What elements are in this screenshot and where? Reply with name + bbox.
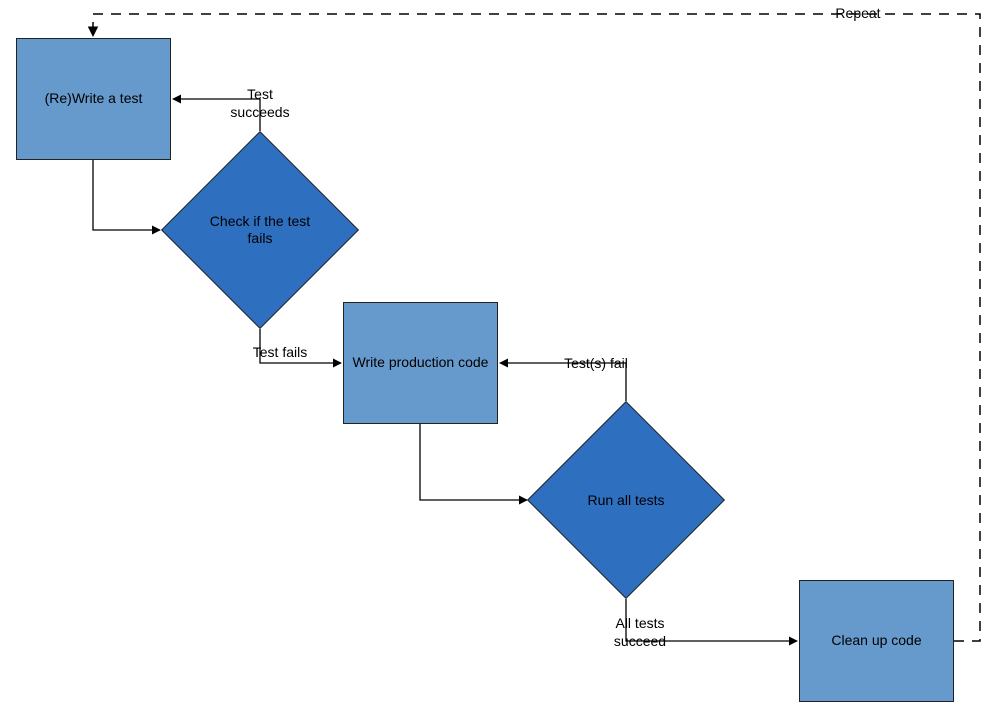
node-run-all-tests: Run all tests bbox=[556, 430, 696, 570]
node-run-all-tests-label: Run all tests bbox=[556, 430, 696, 570]
node-write-production-code: Write production code bbox=[343, 302, 498, 424]
node-rewrite-test: (Re)Write a test bbox=[16, 38, 171, 160]
edge-label-tests-fail: Test(s) fail bbox=[546, 355, 646, 373]
node-clean-up-code: Clean up code bbox=[799, 580, 954, 702]
edge-label-all-tests-succeed: All tests succeed bbox=[600, 615, 680, 650]
edge-rewrite-to-check bbox=[93, 160, 160, 230]
edge-label-test-succeeds: Test succeeds bbox=[220, 86, 300, 121]
edge-label-test-fails: Test fails bbox=[250, 344, 310, 362]
node-clean-up-code-label: Clean up code bbox=[831, 632, 921, 650]
node-rewrite-test-label: (Re)Write a test bbox=[45, 90, 143, 108]
node-check-fails: Check if the test fails bbox=[190, 160, 330, 300]
node-check-fails-label: Check if the test fails bbox=[190, 160, 330, 300]
edge-write-to-run bbox=[420, 424, 527, 500]
node-write-production-code-label: Write production code bbox=[353, 354, 489, 372]
edge-label-repeat: Repeat bbox=[828, 5, 888, 23]
flowchart-canvas: (Re)Write a test Check if the test fails… bbox=[0, 0, 1005, 721]
